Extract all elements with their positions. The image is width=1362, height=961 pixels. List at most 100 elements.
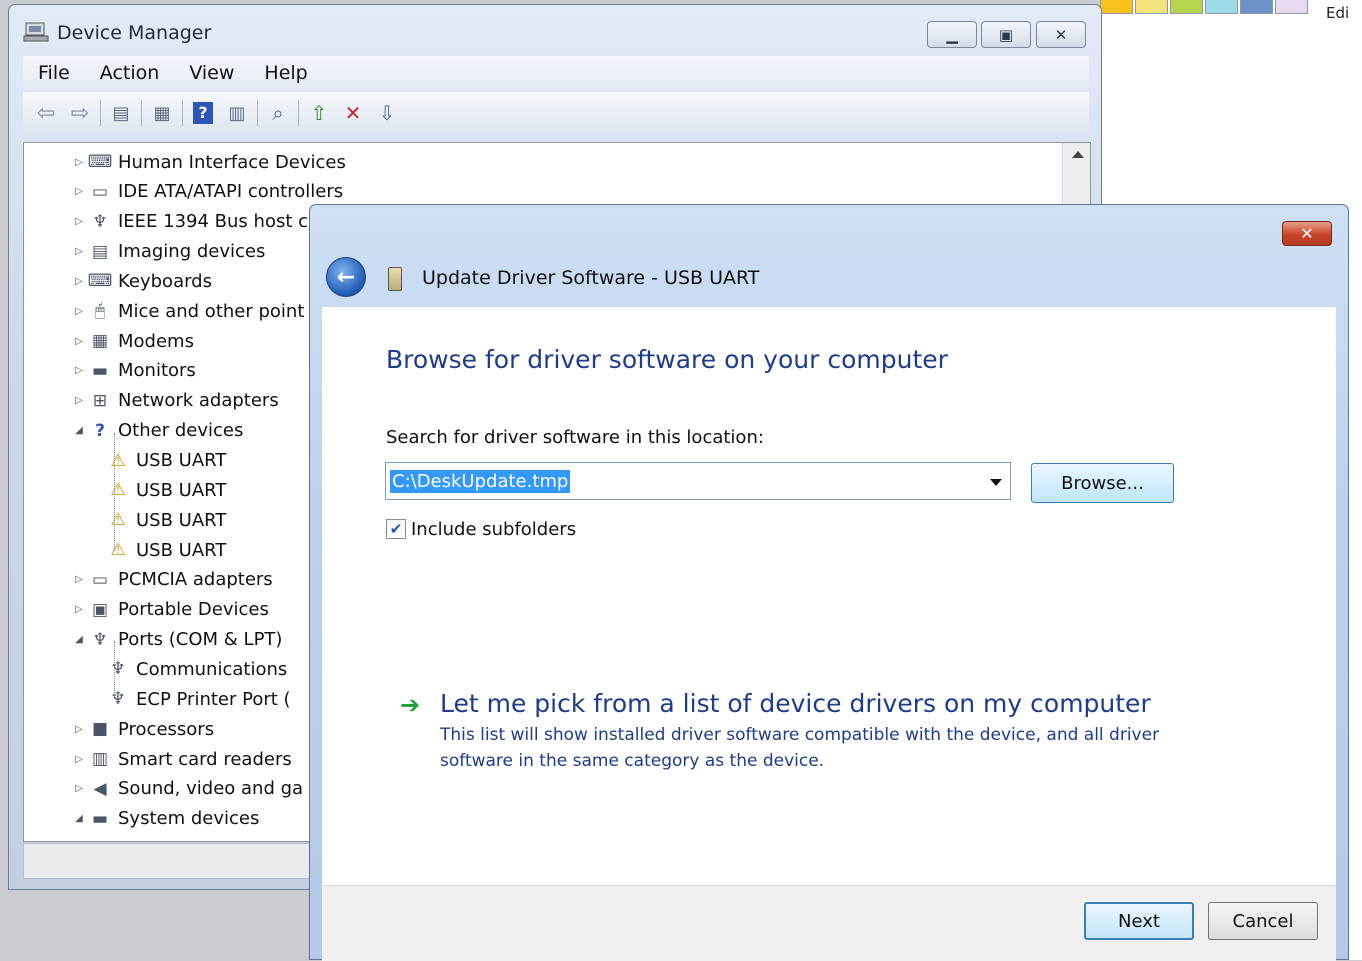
tree-category[interactable]: ◢ ▬ System devices [72,805,259,833]
tree-item-label: PCMCIA adapters [118,569,273,591]
tree-item-label: USB UART [136,450,227,471]
help-button[interactable]: ? [186,97,220,129]
tree-device[interactable]: ♆ ECP Printer Port ( [104,685,290,713]
tree-category[interactable]: ▷ ▦ Modems [72,327,194,355]
tree-category[interactable]: ◢ ♆ Ports (COM & LPT) [72,626,282,654]
driver-path-value[interactable]: C:\DeskUpdate.tmp [390,469,571,493]
network-icon: ⊞ [92,390,108,411]
color-swatch[interactable] [1275,0,1308,14]
expand-toggle-icon[interactable]: ▷ [72,722,86,736]
menu-help[interactable]: Help [249,62,322,84]
keyboard-icon: ⌨ [87,271,113,292]
driver-path-combobox[interactable]: C:\DeskUpdate.tmp [385,462,1011,500]
scroll-up-arrow-icon[interactable] [1072,151,1084,158]
expand-toggle-icon[interactable]: ▷ [72,185,86,199]
expand-toggle-icon[interactable]: ▷ [72,304,86,318]
close-icon: ✕ [1300,224,1314,243]
tree-device[interactable]: ⚠ USB UART [104,476,226,504]
maximize-icon: ▣ [998,25,1014,44]
tree-category[interactable]: ▷ ▭ PCMCIA adapters [72,566,273,594]
tree-device[interactable]: ⚠ USB UART [104,506,226,534]
toolbar-separator [182,100,183,126]
include-subfolders-checkbox[interactable]: ✔ [386,519,406,539]
color-swatch[interactable] [1170,0,1203,14]
expand-toggle-icon[interactable]: ▷ [72,394,86,408]
tree-category[interactable]: ▷ ◀ Sound, video and ga [72,775,303,803]
menu-view[interactable]: View [174,62,249,84]
properties-button[interactable]: ▦ [145,97,179,129]
uninstall-button[interactable]: ✕ [336,97,370,129]
tree-item-label: Portable Devices [118,599,269,621]
tree-category[interactable]: ▷ ▣ Portable Devices [72,596,269,624]
tree-category[interactable]: ▷ ⊞ Network adapters [72,387,279,415]
expand-toggle-icon[interactable]: ▷ [72,274,86,288]
expand-toggle-icon[interactable]: ▷ [72,752,86,766]
toolbar-separator [100,100,101,126]
tree-category[interactable]: ▷ ■ Processors [72,715,214,743]
action-pane-button[interactable]: ▥ [220,97,254,129]
close-button[interactable]: ✕ [1036,21,1086,48]
firewire-icon: ♆ [92,211,108,232]
expand-toggle-icon[interactable]: ◢ [72,633,86,647]
expand-toggle-icon[interactable]: ▷ [72,215,86,229]
tree-category[interactable]: ▷ ▥ Smart card readers [72,745,292,773]
dialog-content: Browse for driver software on your compu… [322,307,1336,885]
pick-from-list-description: This list will show installed driver sof… [440,725,1160,771]
uninstall-icon: ✕ [344,101,362,125]
disable-device-button[interactable]: ⇩ [370,97,404,129]
dropdown-arrow-icon[interactable] [990,479,1002,486]
expand-toggle-icon[interactable]: ▷ [72,155,86,169]
back-button[interactable]: ⇦ [29,97,63,129]
next-button[interactable]: Next [1084,902,1194,940]
expand-toggle-icon[interactable]: ◢ [72,424,86,438]
include-subfolders-label[interactable]: Include subfolders [411,519,576,540]
menu-file[interactable]: File [23,62,85,84]
minimize-button[interactable]: ▁ [927,21,977,48]
tree-category[interactable]: ◢? Other devices [72,417,243,445]
color-swatch[interactable] [1205,0,1238,14]
tree-item-label: USB UART [136,539,227,561]
expand-toggle-icon[interactable]: ▷ [72,603,86,617]
tree-category[interactable]: ▷ ⌨ Human Interface Devices [72,148,346,176]
edit-menu-fragment[interactable]: Edi [1326,4,1349,22]
scan-hardware-icon: ⌕ [272,101,284,125]
console-tree-button[interactable]: ▤ [104,97,138,129]
color-swatch[interactable] [1135,0,1168,14]
tree-device[interactable]: ⚠ USB UART [104,536,226,564]
cancel-button[interactable]: Cancel [1208,902,1318,940]
speaker-icon: ◀ [93,778,107,799]
forward-arrow-icon: ⇨ [70,100,90,126]
color-swatch[interactable] [1100,0,1133,14]
window-title: Device Manager [57,22,212,44]
tree-device[interactable]: ⚠ USB UART [104,447,226,475]
tree-category[interactable]: ▷ ▬ Monitors [72,357,196,385]
tree-category[interactable]: ▷ ♆ IEEE 1394 Bus host co [72,208,319,236]
warning-device-icon: ⚠ [110,540,126,561]
update-driver-button[interactable]: ⇧ [302,97,336,129]
tree-category[interactable]: ▷ ▤ Imaging devices [72,238,265,266]
tree-item-label: Smart card readers [118,748,292,770]
scan-hardware-button[interactable]: ⌕ [261,97,295,129]
tree-device[interactable]: ♆ Communications [104,655,287,683]
forward-button[interactable]: ⇨ [63,97,97,129]
tree-category[interactable]: ▷ ▭ IDE ATA/ATAPI controllers [72,178,343,206]
menu-bar: File Action View Help [23,56,1089,90]
expand-toggle-icon[interactable]: ◢ [72,812,86,826]
browse-button[interactable]: Browse... [1031,463,1174,503]
expand-toggle-icon[interactable]: ▷ [72,334,86,348]
pick-from-list-link[interactable]: Let me pick from a list of device driver… [440,689,1151,718]
tree-item-label: Communications [136,658,288,680]
color-swatch[interactable] [1240,0,1273,14]
tree-category[interactable]: ▷ 🖱 Mice and other point [72,297,304,325]
tree-item-label: Processors [118,718,215,740]
maximize-button[interactable]: ▣ [981,21,1031,48]
mouse-icon: 🖱 [94,301,106,322]
wizard-back-button[interactable]: ← [326,257,366,297]
tree-category[interactable]: ▷ ⌨ Keyboards [72,267,212,295]
dialog-close-button[interactable]: ✕ [1282,221,1332,246]
expand-toggle-icon[interactable]: ▷ [72,245,86,259]
expand-toggle-icon[interactable]: ▷ [72,364,86,378]
menu-action[interactable]: Action [85,62,175,84]
expand-toggle-icon[interactable]: ▷ [72,782,86,796]
expand-toggle-icon[interactable]: ▷ [72,573,86,587]
